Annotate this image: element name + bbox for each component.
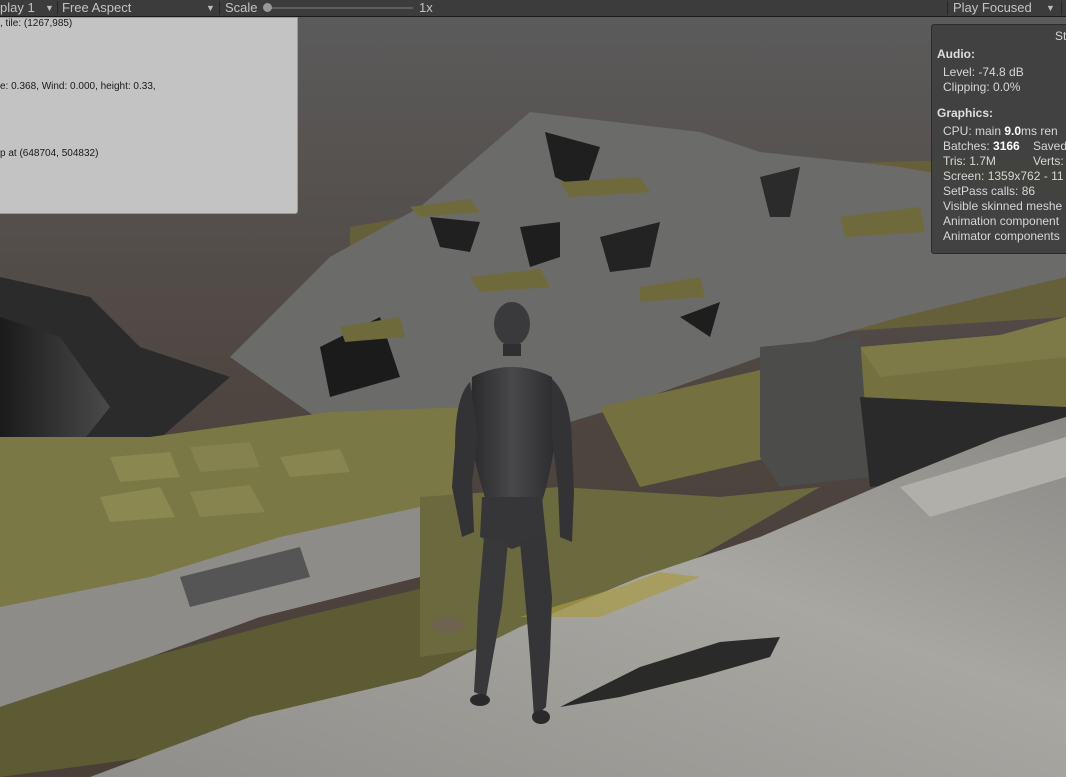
cpu-value: 9.0 xyxy=(1004,124,1022,138)
character-torso xyxy=(470,367,556,507)
grass-hex xyxy=(110,452,180,482)
graphics-heading: Graphics: xyxy=(937,106,994,120)
toolbar-divider xyxy=(1061,1,1062,15)
audio-heading: Audio: xyxy=(937,47,975,61)
character-head xyxy=(494,302,530,346)
game-view-toolbar: play 1 ▼ Free Aspect ▼ Scale 1x Play Foc… xyxy=(0,0,1066,17)
animation-components-stat: Animation component xyxy=(943,214,1060,228)
animator-components-stat: Animator components xyxy=(943,229,1060,243)
chevron-down-icon: ▼ xyxy=(45,3,54,13)
screen-stat: Screen: 1359x762 - 11 xyxy=(943,169,1064,183)
play-mode-label: Play Focused xyxy=(953,0,1032,15)
character-right-foot xyxy=(532,710,550,724)
cpu-stat: CPU: main 9.0ms ren xyxy=(943,124,1058,138)
character-neck xyxy=(503,344,521,356)
cpu-prefix: CPU: main xyxy=(943,124,1005,138)
aspect-dropdown-label: Free Aspect xyxy=(62,0,132,15)
cpu-suffix: ms ren xyxy=(1021,124,1058,138)
visible-skinned-stat: Visible skinned meshe xyxy=(943,199,1063,213)
display-dropdown-label: play 1 xyxy=(0,0,35,15)
play-mode-dropdown[interactable]: Play Focused xyxy=(953,0,1032,16)
verts-stat: Verts: xyxy=(1033,154,1064,168)
stats-title: St xyxy=(1055,29,1066,43)
scale-label: Scale xyxy=(225,0,258,15)
batches-value: 3166 xyxy=(993,139,1020,153)
right-cliff xyxy=(760,337,870,487)
toolbar-divider xyxy=(219,1,220,15)
scale-slider-handle[interactable] xyxy=(263,3,272,12)
chevron-down-icon: ▼ xyxy=(206,3,215,13)
debug-tile-text: , tile: (1267,985) xyxy=(0,18,73,29)
aspect-dropdown[interactable]: Free Aspect xyxy=(62,0,131,16)
audio-clipping: Clipping: 0.0% xyxy=(943,80,1021,94)
batches-prefix: Batches: xyxy=(943,139,994,153)
pebble xyxy=(432,617,464,633)
chevron-down-icon: ▼ xyxy=(1046,3,1055,13)
setpass-stat: SetPass calls: 86 xyxy=(943,184,1036,198)
debug-position-text: p at (648704, 504832) xyxy=(0,148,99,159)
batches-stat: Batches: 3166 xyxy=(943,139,1020,153)
debug-weather-text: e: 0.368, Wind: 0.000, height: 0.33, xyxy=(0,81,156,92)
scale-slider[interactable] xyxy=(266,7,413,9)
scale-value: 1x xyxy=(419,0,433,15)
batches-saved: Saved xyxy=(1033,139,1066,153)
debug-info-panel: , tile: (1267,985) e: 0.368, Wind: 0.000… xyxy=(0,17,298,214)
toolbar-divider xyxy=(947,1,948,15)
display-dropdown[interactable]: play 1 xyxy=(0,0,35,16)
toolbar-divider xyxy=(57,1,58,15)
audio-level: Level: -74.8 dB xyxy=(943,65,1024,79)
character-left-foot xyxy=(470,694,490,706)
grass-hex xyxy=(190,442,260,472)
tris-stat: Tris: 1.7M xyxy=(943,154,996,168)
stats-panel: St Audio: Level: -74.8 dB Clipping: 0.0%… xyxy=(931,24,1066,254)
